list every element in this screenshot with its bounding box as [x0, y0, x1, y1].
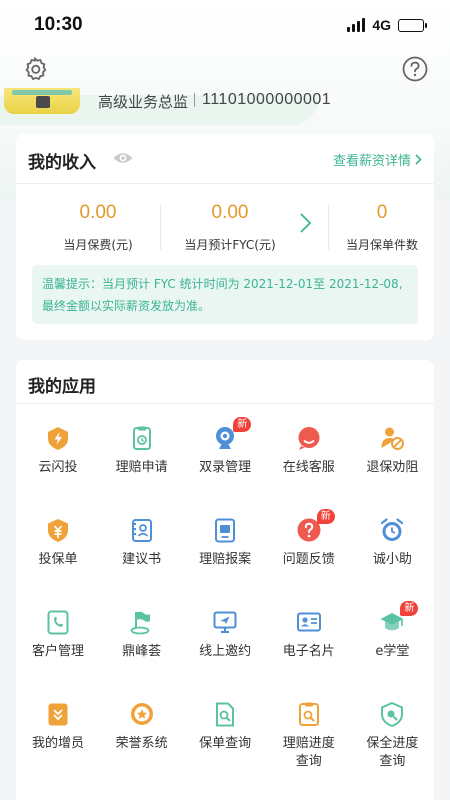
app-item[interactable]: 客户管理	[16, 587, 100, 679]
app-item-label: 退保劝阻	[366, 460, 419, 475]
app-item-label: 线上邀约	[199, 644, 252, 659]
settings-gear-icon[interactable]	[21, 55, 49, 83]
phone-contact-icon	[47, 610, 69, 635]
app-item[interactable]: 线上邀约	[183, 587, 267, 679]
app-item[interactable]: 电子名片	[267, 587, 351, 679]
profile-row: 高级业务总监 11101000000001	[0, 88, 332, 114]
lightning-shield-icon	[48, 427, 68, 450]
income-card: 我的收入 查看薪资详情 0.00 当月保费(元) 0.00 当月预计FYC(元)…	[16, 134, 434, 340]
app-item-label: 保单查询	[199, 736, 252, 751]
app-item[interactable]: 荣誉系统	[100, 679, 184, 771]
new-badge: 新	[316, 509, 335, 524]
stat-policy-count-label: 当月保单件数	[345, 238, 418, 252]
stat-policy-count-value: 0	[376, 202, 388, 223]
salary-detail-label: 查看薪资详情	[332, 154, 411, 169]
new-badge: 新	[400, 601, 419, 616]
agent-number: 11101000000001	[202, 91, 332, 108]
stat-policy-count: 0 当月保单件数	[332, 202, 432, 253]
app-item[interactable]: 理赔进度 查询	[267, 679, 351, 771]
app-item[interactable]: 退保劝阻	[350, 403, 434, 495]
recruit-icon	[48, 703, 68, 726]
stat-fyc-label: 当月预计FYC(元)	[184, 238, 276, 252]
app-item-label: 在线客服	[282, 460, 335, 475]
app-item-label: 投保单	[38, 552, 78, 567]
app-item[interactable]: 新双录管理	[183, 403, 267, 495]
app-item-label: 客户管理	[31, 644, 84, 659]
preservation-progress-icon	[381, 701, 404, 727]
apps-card: 我的应用 云闪投 理赔申请新双录管理 在线客服 退保劝阻 投保单 建议书 理赔报案新问题反馈…	[16, 360, 434, 800]
chevron-right-icon	[415, 154, 422, 165]
profile-separator	[194, 93, 195, 107]
app-item-label: 鼎峰荟	[122, 644, 162, 659]
apps-title: 我的应用	[28, 377, 96, 397]
app-item[interactable]: 我的增员	[16, 679, 100, 771]
app-item-label: 理赔进度 查询	[282, 736, 335, 769]
app-item-label: 理赔申请	[115, 460, 168, 475]
app-item[interactable]: 理赔报案	[183, 495, 267, 587]
stat-premium: 0.00 当月保费(元)	[38, 202, 158, 253]
medal-icon	[130, 703, 153, 725]
app-item[interactable]: 在线客服	[267, 403, 351, 495]
claim-report-icon	[215, 518, 236, 543]
app-item[interactable]: 保单查询	[183, 679, 267, 771]
app-item-label: 云闪投	[38, 460, 78, 475]
app-item-label: 建议书	[122, 552, 162, 567]
app-item[interactable]: 新 e学堂	[350, 587, 434, 679]
status-bar: 10:30 4G	[0, 0, 450, 50]
app-item-label: 保全进度 查询	[366, 736, 419, 769]
monitor-send-icon	[213, 611, 237, 633]
flag-icon	[130, 611, 150, 635]
status-time: 10:30	[34, 14, 83, 35]
proposal-book-icon	[131, 519, 152, 542]
app-item-label: 问题反馈	[282, 552, 335, 567]
tip-line-2: 最终金额以实际薪资发放为准。	[42, 299, 211, 313]
income-title: 我的收入	[28, 153, 96, 173]
app-item-label: e学堂	[375, 644, 410, 659]
app-item-label: 荣誉系统	[115, 736, 168, 751]
app-item-label: 电子名片	[282, 644, 335, 659]
network-type: 4G	[372, 17, 391, 33]
stat-premium-value: 0.00	[79, 202, 117, 223]
help-icon[interactable]	[401, 55, 429, 83]
stat-fyc-value: 0.00	[211, 202, 249, 223]
eye-toggle-icon[interactable]	[112, 150, 134, 166]
app-item[interactable]: 新问题反馈	[267, 495, 351, 587]
salary-detail-link[interactable]: 查看薪资详情	[333, 150, 422, 169]
app-item[interactable]: 理赔申请	[100, 403, 184, 495]
shield-money-icon	[48, 519, 68, 542]
chat-bubble-icon	[298, 427, 320, 450]
app-item-label: 理赔报案	[199, 552, 252, 567]
new-badge: 新	[233, 417, 252, 432]
stat-fyc: 0.00 当月预计FYC(元)	[164, 202, 296, 253]
app-item[interactable]: 诚小助	[350, 495, 434, 587]
alarm-clock-icon	[381, 518, 404, 541]
stat-separator	[160, 204, 161, 250]
stat-premium-label: 当月保费(元)	[63, 238, 133, 252]
policy-search-icon	[216, 702, 235, 727]
battery-icon	[398, 18, 427, 32]
agent-role: 高级业务总监	[98, 93, 189, 111]
income-divider	[16, 183, 434, 184]
stat-separator	[328, 204, 329, 250]
rank-badge-image	[4, 88, 80, 114]
app-item-label: 诚小助	[372, 552, 412, 567]
status-indicators: 4G	[347, 17, 427, 33]
stat-next-arrow-icon[interactable]	[298, 212, 314, 234]
app-item-label: 双录管理	[199, 460, 252, 475]
id-card-icon	[296, 612, 321, 632]
app-item[interactable]: 云闪投	[16, 403, 100, 495]
tip-line-1: 温馨提示：当月预计 FYC 统计时间为 2021-12-01至 2021-12-…	[42, 277, 403, 291]
app-item[interactable]: 建议书	[100, 495, 184, 587]
app-item[interactable]: 保全进度 查询	[350, 679, 434, 771]
app-item-label: 我的增员	[31, 736, 84, 751]
tip-box: 温馨提示：当月预计 FYC 统计时间为 2021-12-01至 2021-12-…	[32, 265, 418, 324]
person-block-icon	[381, 427, 405, 450]
claim-apply-icon	[132, 426, 151, 450]
app-item[interactable]: 鼎峰荟	[100, 587, 184, 679]
claim-progress-icon	[298, 702, 319, 726]
app-item[interactable]: 投保单	[16, 495, 100, 587]
signal-icon	[347, 18, 366, 32]
